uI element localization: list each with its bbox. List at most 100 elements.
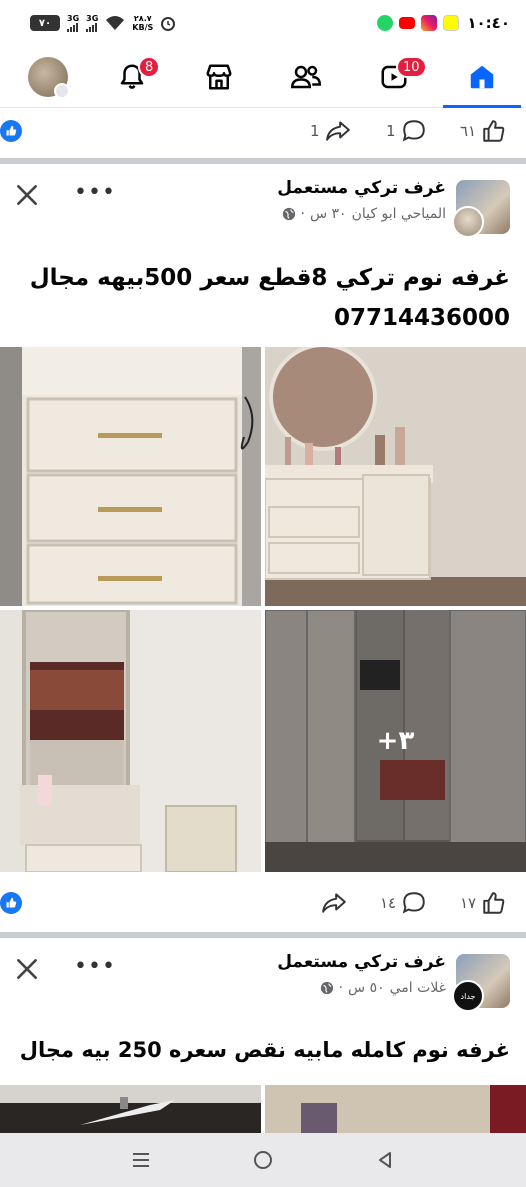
separator: · xyxy=(338,980,344,996)
battery-level: ٧٠ xyxy=(38,17,52,29)
close-icon xyxy=(17,185,37,205)
system-nav-bar xyxy=(0,1133,526,1187)
close-icon xyxy=(17,959,37,979)
alarm-icon xyxy=(161,17,176,31)
prev-post-actions: 1 1 ٦١ xyxy=(0,108,526,154)
instagram-icon xyxy=(421,15,438,31)
hide-post-button[interactable] xyxy=(14,182,40,212)
post-header: ••• غرف تركي مستعمل غلات امي ٥٠ س · جداد xyxy=(0,944,526,1014)
separator: · xyxy=(300,206,305,222)
photo-mirror[interactable] xyxy=(0,610,261,872)
comment-count: ١٤ xyxy=(380,894,397,912)
like-reaction-icon xyxy=(0,892,22,914)
avatar xyxy=(28,57,70,99)
notifications-tab[interactable]: 8 xyxy=(108,54,161,100)
marketplace-tab[interactable] xyxy=(195,54,243,100)
signal-icon: 3G xyxy=(67,13,80,32)
share-button[interactable] xyxy=(320,890,348,916)
profile-menu-button[interactable] xyxy=(24,54,72,100)
post-text: غرفه نوم كامله مابيه نقص سعره 250 بيه مج… xyxy=(10,1030,510,1070)
group-avatar[interactable] xyxy=(452,180,510,238)
notifications-badge: 8 xyxy=(138,56,161,78)
post-meta: المياحي ابو كيان ٣٠ س · xyxy=(282,206,446,222)
group-name[interactable]: غرف تركي مستعمل xyxy=(277,178,446,198)
photo-vanity[interactable]: + xyxy=(265,347,526,606)
snapchat-icon xyxy=(443,15,460,31)
status-right: ١٠:٤٠ xyxy=(377,14,510,32)
post-text-line: غرفه نوم كامله مابيه نقص سعره 250 بيه مج… xyxy=(19,1038,510,1062)
group-avatar[interactable]: جداد xyxy=(452,954,510,1012)
speed-value: ٢٨.٧ xyxy=(133,14,152,23)
post-text: غرفه نوم تركي 8قطع سعر 500بيهه مجال 0771… xyxy=(10,258,510,338)
status-bar: ٧٠ 3G 3G ٢٨.٧ KB/S ١٠:٤٠ xyxy=(0,0,526,46)
share-icon xyxy=(325,121,350,141)
wifi-icon xyxy=(106,16,125,30)
youtube-icon xyxy=(399,17,416,29)
hide-post-button[interactable] xyxy=(14,956,40,986)
sim1-type: 3G xyxy=(67,13,80,23)
room-image xyxy=(265,1085,526,1133)
globe-icon xyxy=(282,207,295,221)
comment-icon xyxy=(402,892,425,914)
post-header: ••• غرف تركي مستعمل المياحي ابو كيان ٣٠ … xyxy=(0,170,526,240)
comment-icon xyxy=(402,120,425,142)
mirror-image xyxy=(0,610,261,872)
comment-button[interactable]: ١٤ xyxy=(380,890,428,916)
author-name[interactable]: غلات امي xyxy=(390,980,446,996)
comment-button[interactable]: 1 xyxy=(386,118,428,144)
comment-count: 1 xyxy=(386,122,396,140)
menu-icon xyxy=(54,83,70,99)
share-button[interactable]: 1 xyxy=(310,118,352,144)
photo-dresser[interactable] xyxy=(0,347,261,606)
share-count: 1 xyxy=(310,122,320,140)
speed-unit: KB/S xyxy=(132,23,154,32)
author-avatar xyxy=(452,206,484,238)
post-divider xyxy=(0,932,526,938)
more-photos-count: +٣ xyxy=(376,726,415,756)
status-left: ٧٠ 3G 3G ٢٨.٧ KB/S xyxy=(30,14,176,32)
post-text-line: غرفه نوم تركي 8قطع سعر 500بيهه مجال xyxy=(29,265,510,291)
marketplace-icon xyxy=(206,64,232,90)
home-circle-icon[interactable] xyxy=(252,1149,274,1171)
home-icon xyxy=(470,65,494,89)
friends-tab[interactable] xyxy=(282,54,330,100)
recent-apps-icon[interactable] xyxy=(130,1150,152,1170)
more-options-button[interactable]: ••• xyxy=(74,954,116,979)
network-speed: ٢٨.٧ KB/S xyxy=(132,14,153,32)
photo-room[interactable] xyxy=(0,1085,261,1133)
like-button[interactable]: ١٧ xyxy=(460,890,508,916)
like-reaction-icon xyxy=(0,120,22,142)
author-avatar: جداد xyxy=(452,980,484,1012)
video-badge: 10 xyxy=(396,56,427,78)
like-button[interactable]: ٦١ xyxy=(460,118,508,144)
battery-icon: ٧٠ xyxy=(30,15,60,31)
post-time: ٥٠ س xyxy=(348,980,385,996)
friends-icon xyxy=(290,65,322,89)
thumbs-up-icon xyxy=(483,120,505,142)
group-name[interactable]: غرف تركي مستعمل xyxy=(277,952,446,972)
home-tab[interactable] xyxy=(458,54,506,100)
post-phone: 07714436000 xyxy=(333,305,510,331)
whatsapp-icon xyxy=(377,15,394,31)
more-options-button[interactable]: ••• xyxy=(74,180,116,205)
vanity-image xyxy=(265,347,526,606)
post-meta: غلات امي ٥٠ س · xyxy=(320,980,446,996)
like-count: ٦١ xyxy=(460,122,477,140)
dresser-image xyxy=(0,347,261,606)
room-image xyxy=(0,1085,261,1133)
photo-wardrobe[interactable]: +٣ xyxy=(265,610,526,872)
sim2-type: 3G xyxy=(86,13,99,23)
top-nav: 8 10 xyxy=(0,46,526,108)
share-icon xyxy=(322,893,346,913)
post-time: ٣٠ س xyxy=(309,206,347,222)
globe-icon xyxy=(320,981,333,995)
like-count: ١٧ xyxy=(460,894,477,912)
video-tab[interactable]: 10 xyxy=(370,54,427,100)
post-actions: ١٤ ١٧ xyxy=(0,880,526,926)
photo-room-2[interactable] xyxy=(265,1085,526,1133)
avatar-text: جداد xyxy=(460,991,476,1001)
clock: ١٠:٤٠ xyxy=(467,14,510,32)
back-icon[interactable] xyxy=(374,1149,396,1171)
author-name[interactable]: المياحي ابو كيان xyxy=(352,206,446,222)
more-photos-overlay[interactable]: +٣ xyxy=(265,610,526,872)
